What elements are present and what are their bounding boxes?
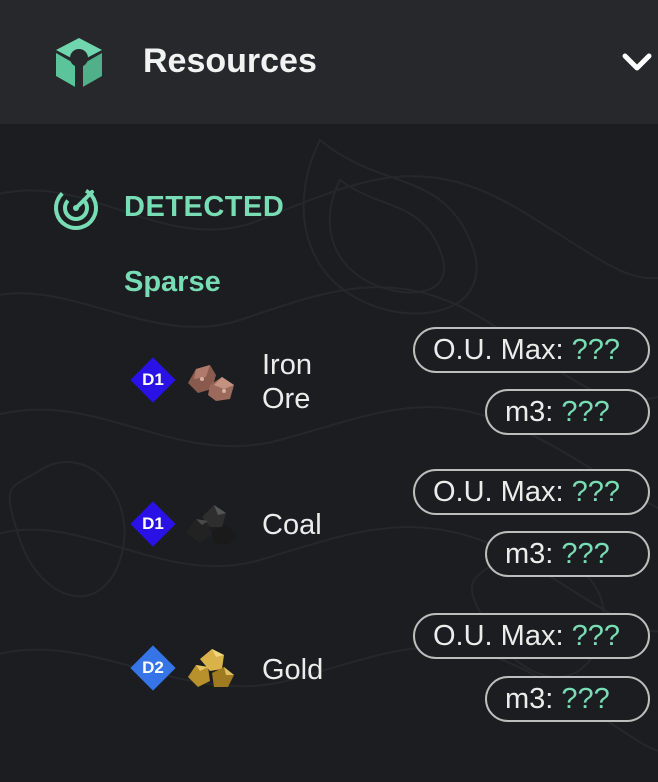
resource-row-iron-ore: D1 Iron Ore O.U. Max: ??? m3: ??? <box>0 322 658 435</box>
coal-icon <box>186 505 236 545</box>
iron-ore-icon <box>188 365 234 401</box>
m3-field: m3: ??? <box>485 531 650 577</box>
resource-name: Iron Ore <box>262 349 312 415</box>
gold-nugget-icon <box>188 649 234 687</box>
m3-field: m3: ??? <box>485 389 650 435</box>
tier-badge: D2 <box>130 645 176 691</box>
density-label: Sparse <box>124 266 221 298</box>
ou-max-field: O.U. Max: ??? <box>413 327 650 373</box>
resource-name: Gold <box>262 654 324 686</box>
m3-field: m3: ??? <box>485 676 650 722</box>
resources-header[interactable]: Resources <box>0 0 658 124</box>
tier-badge: D1 <box>130 501 176 547</box>
ou-max-field: O.U. Max: ??? <box>413 469 650 515</box>
tier-badge: D1 <box>130 357 176 403</box>
section-title-detected: DETECTED <box>124 191 285 223</box>
ou-max-field: O.U. Max: ??? <box>413 613 650 659</box>
resource-cube-icon <box>56 38 102 88</box>
resource-name: Coal <box>262 509 322 541</box>
panel-title: Resources <box>143 42 317 80</box>
chevron-down-icon[interactable] <box>620 50 654 76</box>
resource-row-gold: D2 Gold O.U. Max: ??? m3: ??? <box>0 610 658 722</box>
resource-row-coal: D1 Coal O.U. Max: ??? m3: ??? <box>0 465 658 577</box>
radar-icon <box>54 186 98 230</box>
